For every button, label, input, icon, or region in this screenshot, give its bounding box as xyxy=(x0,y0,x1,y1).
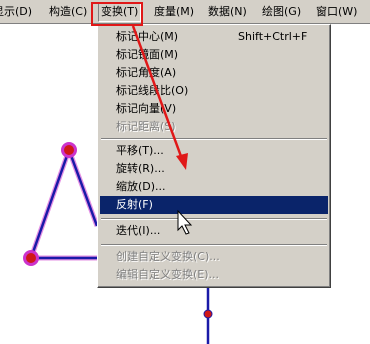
menu-item-label: 标记向量(V) xyxy=(116,102,177,115)
menu-construct[interactable]: 构造(C) xyxy=(47,3,89,21)
menu-item-label: 迭代(I)... xyxy=(116,224,161,237)
vertex-point-top[interactable] xyxy=(61,142,77,158)
menu-item-label: 旋转(R)... xyxy=(116,162,165,175)
menu-item-label: 平移(T)... xyxy=(116,144,164,157)
menu-item-shortcut: Shift+Ctrl+F xyxy=(238,30,308,43)
menu-item-reflect[interactable]: 反射(F) xyxy=(100,196,328,214)
menu-item-translate[interactable]: 平移(T)... xyxy=(100,142,328,160)
menu-item-mark-ratio[interactable]: 标记线段比(O) xyxy=(100,82,328,100)
menu-item-label: 标记中心(M) xyxy=(116,30,179,43)
menu-item-label: 缩放(D)... xyxy=(116,180,166,193)
annotation-highlight-box xyxy=(91,2,143,26)
menu-measure[interactable]: 度量(M) xyxy=(152,3,196,21)
vertex-point-bottom-left[interactable] xyxy=(23,250,39,266)
menu-item-dilate[interactable]: 缩放(D)... xyxy=(100,178,328,196)
mirror-line-point[interactable] xyxy=(203,309,213,319)
menu-item-mark-distance: 标记距离(S) xyxy=(100,118,328,136)
menu-item-label: 标记距离(S) xyxy=(116,120,176,133)
menu-item-label: 编辑自定义变换(E)... xyxy=(116,268,220,281)
menu-separator xyxy=(101,218,327,220)
menu-item-edit-custom-transform: 编辑自定义变换(E)... xyxy=(100,266,328,284)
menu-bar: 显示(D) 构造(C) 变换(T) 度量(M) 数据(N) 绘图(G) 窗口(W… xyxy=(0,0,370,25)
menu-window[interactable]: 窗口(W) xyxy=(314,3,359,21)
menu-item-label: 创建自定义变换(C)... xyxy=(116,250,220,263)
menu-display[interactable]: 显示(D) xyxy=(0,3,34,21)
menu-item-label: 标记线段比(O) xyxy=(116,84,189,97)
menu-item-mark-mirror[interactable]: 标记镜面(M) xyxy=(100,46,328,64)
menu-separator xyxy=(101,138,327,140)
menu-item-label: 标记角度(A) xyxy=(116,66,177,79)
menu-item-mark-vector[interactable]: 标记向量(V) xyxy=(100,100,328,118)
menu-item-label: 反射(F) xyxy=(116,198,153,211)
menu-item-mark-center[interactable]: 标记中心(M) Shift+Ctrl+F xyxy=(100,28,328,46)
menu-item-iterate[interactable]: 迭代(I)... xyxy=(100,222,328,240)
triangle-side-left[interactable] xyxy=(29,149,71,259)
menu-item-rotate[interactable]: 旋转(R)... xyxy=(100,160,328,178)
transform-dropdown-menu: 标记中心(M) Shift+Ctrl+F 标记镜面(M) 标记角度(A) 标记线… xyxy=(97,24,331,288)
menu-separator xyxy=(101,244,327,246)
triangle-side-right[interactable] xyxy=(67,149,99,227)
menu-graph[interactable]: 绘图(G) xyxy=(260,3,303,21)
triangle-shape[interactable] xyxy=(28,149,100,261)
menu-item-label: 标记镜面(M) xyxy=(116,48,179,61)
menu-item-create-custom-transform: 创建自定义变换(C)... xyxy=(100,248,328,266)
menu-data[interactable]: 数据(N) xyxy=(206,3,249,21)
menu-item-mark-angle[interactable]: 标记角度(A) xyxy=(100,64,328,82)
